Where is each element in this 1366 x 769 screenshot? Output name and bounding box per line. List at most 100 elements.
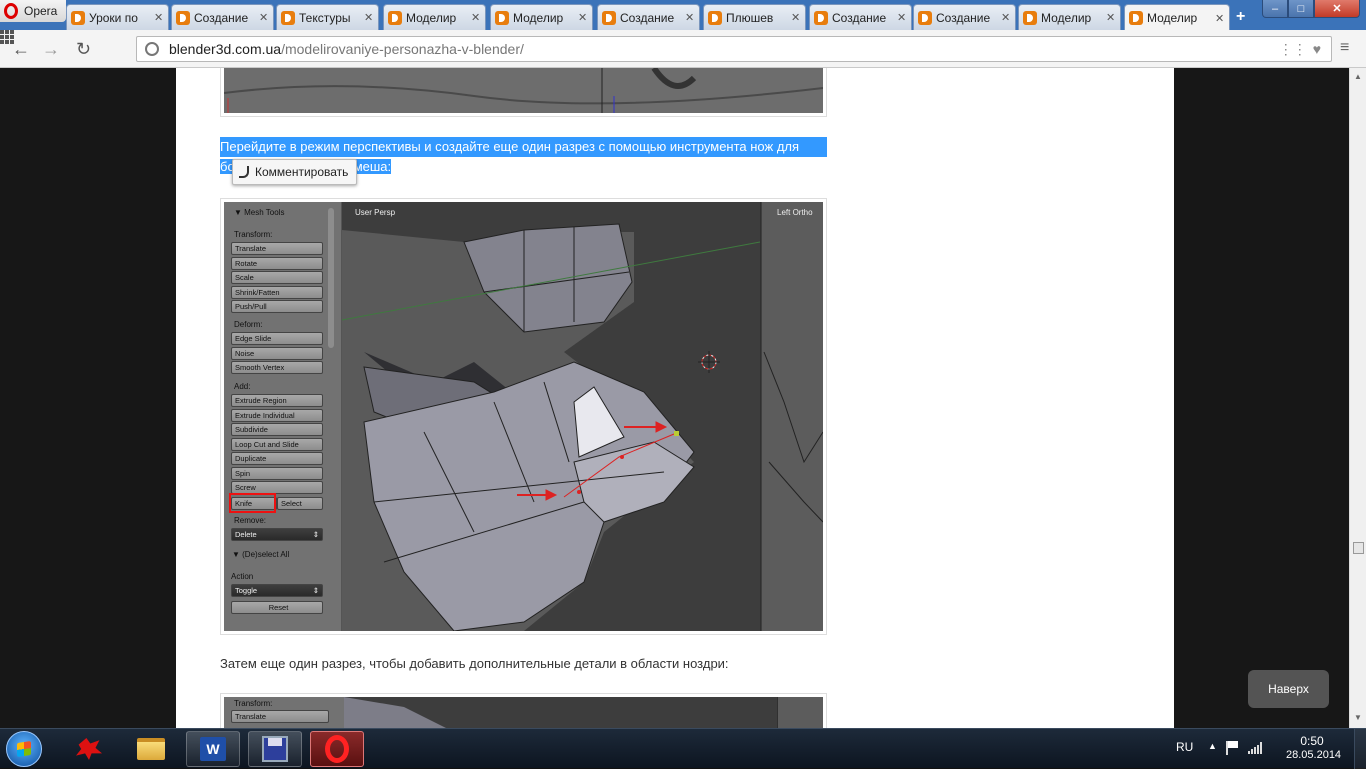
taskbar-word[interactable]: W [186, 731, 240, 767]
blender-favicon-icon [602, 10, 616, 25]
tab-close-icon[interactable]: ✕ [578, 11, 588, 24]
reset-button[interactable]: Reset [231, 601, 323, 614]
taskbar: W RU ▲ 0:50 28.05.2014 [0, 728, 1366, 769]
section-action: Action [231, 572, 254, 581]
toggle-dropdown[interactable]: Toggle ⇕ [231, 584, 323, 597]
scroll-down-icon[interactable]: ▼ [1354, 713, 1362, 722]
browser-tab[interactable]: Моделир ✕ [383, 4, 486, 30]
knife-select-button[interactable]: Select [277, 497, 323, 510]
opera-menu-button[interactable]: Opera [0, 0, 66, 22]
comment-popup-label: Комментировать [255, 165, 349, 179]
tool-button[interactable]: Spin [231, 466, 323, 480]
sidebar [838, 68, 1174, 728]
browser-tab[interactable]: Создание ✕ [809, 4, 912, 30]
opera-logo-icon [4, 3, 18, 19]
tab-close-icon[interactable]: ✕ [154, 11, 164, 24]
heart-icon[interactable]: ♥ [1313, 41, 1321, 58]
tool-button[interactable]: Subdivide [231, 423, 323, 436]
tool-button[interactable]: Duplicate [231, 452, 323, 465]
blender-figure: User Persp Left Ortho ▼ Mesh Tools Trans… [220, 198, 827, 635]
tab-label: Создание [832, 10, 887, 25]
blender-icon [76, 738, 102, 760]
opera-icon [325, 735, 349, 763]
tab-close-icon[interactable]: ✕ [259, 11, 269, 24]
taskbar-save[interactable] [248, 731, 302, 767]
close-window-button[interactable]: ✕ [1314, 0, 1360, 18]
site-info-icon[interactable] [145, 42, 159, 56]
blender-favicon-icon [71, 10, 85, 25]
section-deform: Deform: [234, 320, 263, 329]
browser-tab[interactable]: Моделир ✕ [1018, 4, 1121, 30]
taskbar-opera[interactable] [310, 731, 364, 767]
tab-close-icon[interactable]: ✕ [1001, 11, 1011, 24]
tool-button[interactable]: Shrink/Fatten [231, 285, 323, 299]
browser-tab[interactable]: Моделир ✕ [1124, 4, 1230, 31]
next-section-transform: Transform: [234, 699, 273, 708]
address-bar[interactable]: blender3d.com.ua /modelirovaniye-persona… [136, 36, 1332, 62]
taskbar-blender[interactable] [62, 731, 116, 767]
comment-popup-button[interactable]: Комментировать [232, 159, 358, 185]
knife-highlight-box [229, 493, 276, 513]
reload-button[interactable]: ↻ [76, 39, 91, 60]
tab-close-icon[interactable]: ✕ [685, 11, 695, 24]
clock-time: 0:50 [1300, 734, 1324, 748]
browser-tab[interactable]: Плюшев ✕ [703, 4, 806, 30]
minimize-button[interactable]: – [1262, 0, 1288, 18]
tab-close-icon[interactable]: ✕ [364, 11, 374, 24]
tool-button[interactable]: Extrude Individual [231, 408, 323, 422]
tab-close-icon[interactable]: ✕ [471, 11, 481, 24]
view-label-user-persp: User Persp [355, 208, 396, 217]
taskbar-explorer[interactable] [124, 731, 178, 767]
tab-close-icon[interactable]: ✕ [1215, 12, 1225, 25]
action-center-flag-icon[interactable] [1226, 741, 1238, 755]
forward-button[interactable]: → [42, 39, 60, 60]
tab-label: Плюшев [726, 10, 774, 25]
tab-label: Моделир [1147, 11, 1198, 25]
tab-close-icon[interactable]: ✕ [1106, 11, 1116, 24]
show-desktop-button[interactable] [1354, 729, 1366, 769]
floppy-icon [262, 736, 288, 762]
address-host: blender3d.com.ua [169, 41, 282, 57]
tab-label: Создание [936, 10, 991, 25]
scroll-thumb[interactable] [1353, 542, 1364, 554]
scroll-up-icon[interactable]: ▲ [1354, 72, 1362, 81]
panel-scrollbar[interactable] [328, 208, 334, 348]
maximize-button[interactable]: □ [1288, 0, 1314, 18]
new-tab-button[interactable]: + [1236, 8, 1245, 26]
tool-button[interactable]: Extrude Region [231, 394, 323, 407]
browser-tab[interactable]: Создание ✕ [597, 4, 700, 30]
clock[interactable]: 0:50 28.05.2014 [1286, 734, 1341, 762]
browser-tab[interactable]: Создание ✕ [913, 4, 1016, 30]
back-button[interactable]: ← [12, 39, 30, 60]
browser-tab[interactable]: Текстуры ✕ [276, 4, 379, 30]
tab-label: Создание [620, 10, 675, 25]
tool-button[interactable]: Noise [231, 346, 323, 360]
back-to-top-button[interactable]: Наверх [1248, 670, 1329, 708]
browser-tab[interactable]: Моделир ✕ [490, 4, 593, 30]
address-path: /modelirovaniye-personazha-v-blender/ [281, 41, 524, 57]
start-button[interactable] [6, 731, 42, 767]
show-hidden-icons[interactable]: ▲ [1208, 741, 1217, 751]
reader-icon[interactable]: ⋮⋮ [1279, 41, 1307, 58]
language-indicator[interactable]: RU [1176, 740, 1193, 754]
sidebar-toggle-icon[interactable]: ≡ [1340, 39, 1349, 57]
delete-dropdown[interactable]: Delete ⇕ [231, 528, 323, 541]
blender-favicon-icon [1129, 11, 1143, 25]
browser-tab[interactable]: Уроки по ✕ [66, 4, 169, 30]
blender-favicon-icon [708, 10, 722, 25]
section-remove: Remove: [234, 516, 267, 525]
tab-close-icon[interactable]: ✕ [897, 11, 907, 24]
tab-close-icon[interactable]: ✕ [791, 11, 801, 24]
next-translate-button[interactable]: Translate [231, 710, 329, 723]
tool-button[interactable]: Translate [231, 242, 323, 255]
browser-tab[interactable]: Создание ✕ [171, 4, 274, 30]
tool-button[interactable]: Scale [231, 271, 323, 284]
tool-button[interactable]: Push/Pull [231, 300, 323, 313]
tool-button[interactable]: Rotate [231, 256, 323, 270]
tool-button[interactable]: Edge Slide [231, 332, 323, 345]
network-signal-icon[interactable] [1248, 742, 1262, 754]
section-transform: Transform: [234, 230, 273, 239]
page-scrollbar[interactable]: ▲ ▼ [1349, 68, 1366, 728]
tool-button[interactable]: Loop Cut and Slide [231, 437, 323, 451]
tool-button[interactable]: Smooth Vertex [231, 361, 323, 374]
